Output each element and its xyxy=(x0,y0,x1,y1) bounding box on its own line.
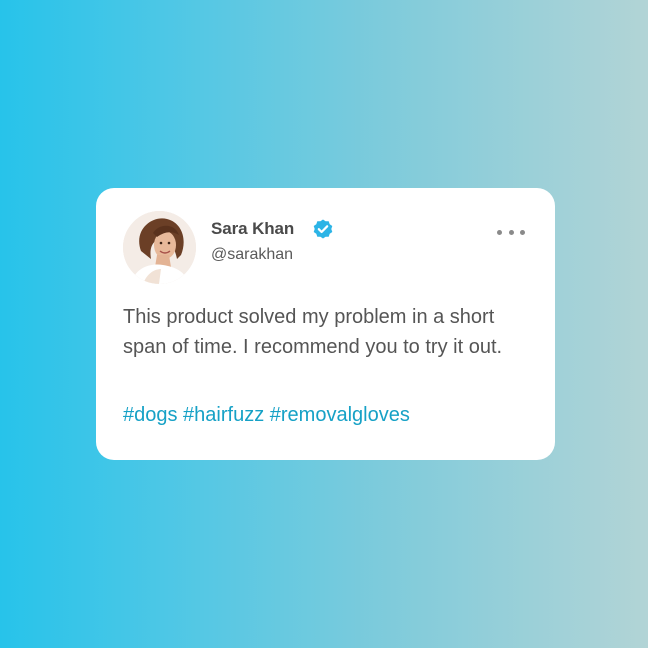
author-handle[interactable]: @sarakhan xyxy=(211,246,293,264)
more-dot xyxy=(520,229,525,235)
author-name[interactable]: Sara Khan xyxy=(211,219,294,239)
author-row: Sara Khan xyxy=(211,217,335,241)
verified-badge-icon xyxy=(311,217,335,241)
profile-photo-icon xyxy=(123,211,196,284)
avatar[interactable] xyxy=(123,211,196,284)
post-card: Sara Khan @sarakhan This product solved … xyxy=(96,188,555,460)
ellipsis-horizontal-icon[interactable] xyxy=(497,226,525,238)
post-text: This product solved my problem in a shor… xyxy=(123,306,503,358)
more-dot xyxy=(508,229,514,235)
post-hashtags[interactable]: #dogs #hairfuzz #removalgloves xyxy=(123,402,410,428)
gradient-background: Sara Khan @sarakhan This product solved … xyxy=(0,0,648,648)
more-dot xyxy=(497,229,502,235)
